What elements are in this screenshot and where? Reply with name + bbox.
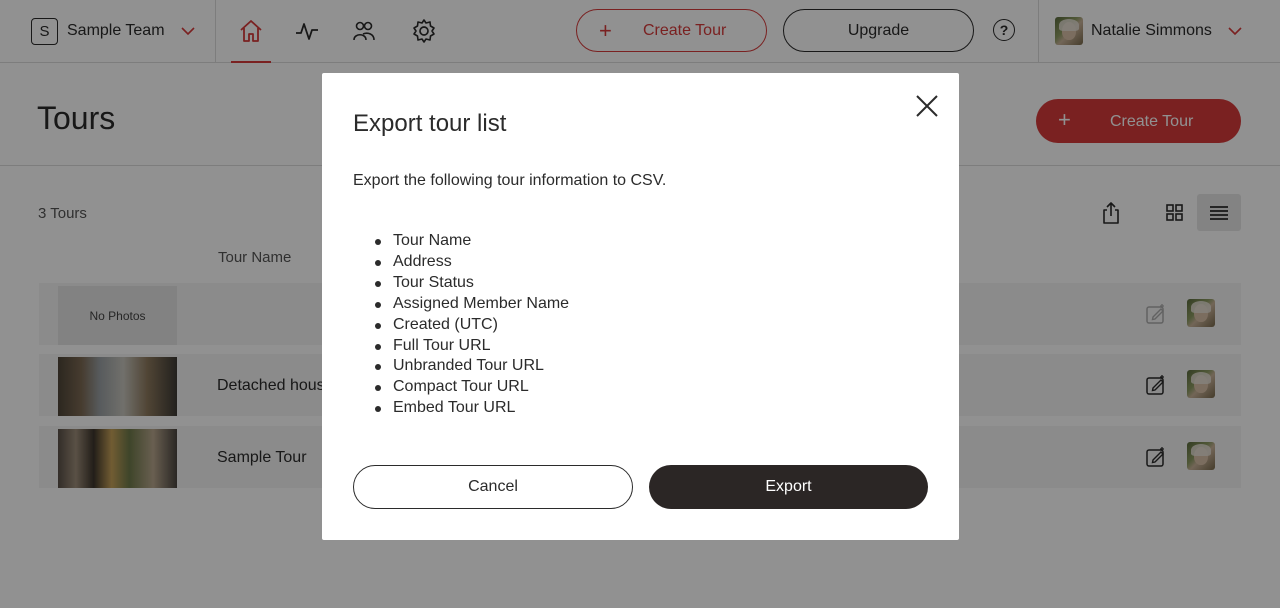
app: S Sample Team + Create Tour Upgrade ? Na… <box>0 0 1280 608</box>
list-item: Unbranded Tour URL <box>374 356 569 377</box>
list-item: Tour Status <box>374 273 569 294</box>
list-item: Tour Name <box>374 231 569 252</box>
list-item: Created (UTC) <box>374 315 569 336</box>
cancel-button[interactable]: Cancel <box>353 465 633 509</box>
dialog-description: Export the following tour information to… <box>353 172 667 189</box>
export-field-list: Tour Name Address Tour Status Assigned M… <box>374 231 569 419</box>
close-icon[interactable] <box>914 93 940 119</box>
list-item: Full Tour URL <box>374 336 569 357</box>
list-item: Address <box>374 252 569 273</box>
list-item: Compact Tour URL <box>374 377 569 398</box>
list-item: Embed Tour URL <box>374 398 569 419</box>
dialog-title: Export tour list <box>353 110 507 137</box>
export-tour-list-dialog: Export tour list Export the following to… <box>322 73 959 540</box>
list-item: Assigned Member Name <box>374 294 569 315</box>
export-button[interactable]: Export <box>649 465 928 509</box>
